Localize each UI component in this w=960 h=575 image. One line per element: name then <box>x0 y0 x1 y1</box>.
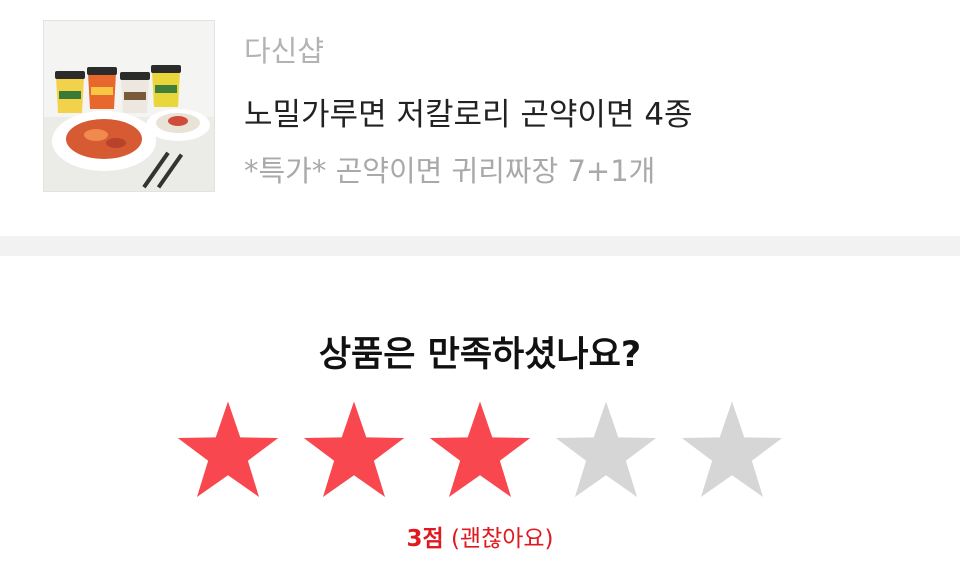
section-divider <box>0 236 960 256</box>
noodle-cup <box>151 65 181 107</box>
rating-score-value: 3점 <box>406 526 444 552</box>
product-summary: 다신샵 노밀가루면 저칼로리 곤약이면 4종 *특가* 곤약이면 귀리짜장 7+… <box>0 0 960 235</box>
star-2-icon[interactable] <box>299 396 409 506</box>
star-rating <box>173 396 787 506</box>
product-thumbnail <box>43 20 215 192</box>
star-5-icon[interactable] <box>677 396 787 506</box>
star-5-shape <box>681 401 783 498</box>
star-3-shape <box>429 401 531 498</box>
product-option: *특가* 곤약이면 귀리짜장 7+1개 <box>244 154 656 188</box>
product-image <box>44 21 214 191</box>
star-1-shape <box>177 401 279 498</box>
star-2-shape <box>303 401 405 498</box>
star-3-icon[interactable] <box>425 396 535 506</box>
seller-name: 다신샵 <box>244 34 325 68</box>
product-name: 노밀가루면 저칼로리 곤약이면 4종 <box>244 97 693 133</box>
rating-question: 상품은 만족하셨나요? <box>318 335 642 375</box>
rating-score-description: (괜찮아요) <box>450 526 554 552</box>
star-1-icon[interactable] <box>173 396 283 506</box>
star-4-shape <box>555 401 657 498</box>
noodle-cup <box>55 71 85 113</box>
star-4-icon[interactable] <box>551 396 661 506</box>
noodle-cup <box>120 72 150 113</box>
rating-score: 3점 (괜찮아요) <box>0 519 960 553</box>
noodle-cup <box>87 67 117 109</box>
